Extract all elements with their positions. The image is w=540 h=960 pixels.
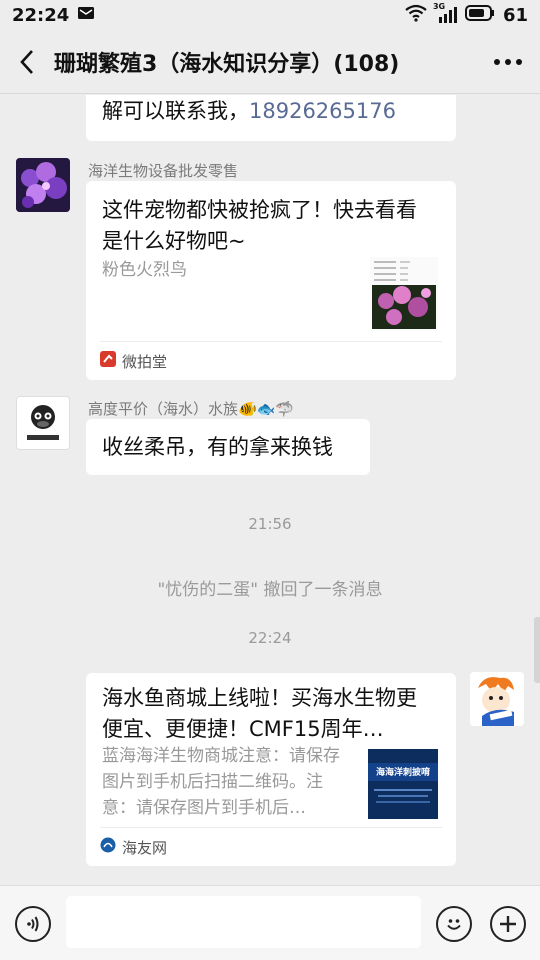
card-source-name: 微拍堂 bbox=[122, 352, 168, 371]
chat-title-bar: 珊瑚繁殖3（海水知识分享）(108) bbox=[0, 30, 540, 94]
card-title: 这件宠物都快被抢疯了！快去看看是什么好物吧~ bbox=[102, 198, 417, 253]
scrollbar[interactable] bbox=[534, 617, 540, 683]
avatar-sender-1[interactable] bbox=[16, 158, 70, 212]
chat-message-list[interactable]: 解可以联系我，18926265176 海洋生物设备批发零售 这件宠物都快被抢疯了… bbox=[0, 95, 540, 885]
card-description: 蓝海海洋生物商城注意：请保存图片到手机后扫描二维码。注意：请保存图片到手机后… bbox=[102, 746, 340, 818]
card-source: 海友网 bbox=[100, 827, 442, 866]
back-button[interactable] bbox=[0, 30, 54, 94]
avatar-sender-2[interactable] bbox=[16, 396, 70, 450]
emoji-button[interactable] bbox=[436, 906, 472, 942]
voice-icon bbox=[27, 916, 39, 932]
sender-name: 高度平价（海水）水族🐠🐟🦈 bbox=[88, 400, 295, 418]
message-bubble-partial[interactable]: 解可以联系我，18926265176 bbox=[86, 95, 456, 141]
timestamp: 22:24 bbox=[248, 629, 292, 647]
message-text: 解可以联系我， bbox=[102, 99, 249, 123]
haiyouwang-logo-icon bbox=[100, 837, 116, 857]
message-bubble-text[interactable]: 收丝柔吊，有的拿来换钱 bbox=[86, 419, 370, 475]
card-thumbnail: 海海洋刺披唷 bbox=[368, 749, 438, 819]
message-notification-icon bbox=[77, 5, 95, 26]
thumbnail-text: 海海洋刺披唷 bbox=[375, 768, 430, 778]
sender-name: 海洋生物设备批发零售 bbox=[88, 162, 239, 180]
more-functions-button[interactable] bbox=[490, 906, 526, 942]
card-source-name: 海友网 bbox=[122, 838, 168, 857]
cellular-signal-icon: 3G bbox=[433, 2, 457, 24]
more-options-button[interactable] bbox=[476, 30, 540, 94]
status-time: 22:24 bbox=[12, 4, 70, 26]
status-bar: 22:24 3G 61 bbox=[0, 0, 540, 30]
timestamp: 21:56 bbox=[248, 515, 292, 533]
message-input[interactable] bbox=[66, 896, 421, 948]
link-card-weipaitang[interactable]: 这件宠物都快被抢疯了！快去看看是什么好物吧~ 粉色火烈鸟 微拍堂 bbox=[86, 181, 456, 380]
message-input-bar bbox=[0, 885, 540, 960]
recall-notice: "忧伤的二蛋" 撤回了一条消息 bbox=[157, 580, 383, 600]
page-title: 珊瑚繁殖3（海水知识分享）(108) bbox=[54, 51, 400, 77]
chevron-left-icon bbox=[20, 49, 33, 74]
wifi-icon bbox=[405, 4, 427, 27]
battery-icon bbox=[464, 4, 495, 27]
card-description: 粉色火烈鸟 bbox=[102, 260, 187, 280]
card-thumbnail bbox=[370, 257, 438, 331]
more-dots-icon bbox=[494, 58, 522, 65]
card-source: 微拍堂 bbox=[100, 341, 442, 380]
weipaitang-logo-icon bbox=[100, 351, 116, 371]
message-text: 收丝柔吊，有的拿来换钱 bbox=[102, 435, 333, 459]
phone-link[interactable]: 18926265176 bbox=[249, 99, 396, 123]
battery-level: 61 bbox=[502, 4, 528, 26]
plus-icon bbox=[500, 916, 516, 932]
emoji-icon bbox=[447, 919, 461, 930]
network-type: 3G bbox=[432, 2, 446, 11]
avatar-self[interactable] bbox=[470, 672, 524, 726]
link-card-haiyouwang[interactable]: 海水鱼商城上线啦！买海水生物更便宜、更便捷！CMF15周年… 蓝海海洋生物商城注… bbox=[86, 673, 456, 866]
voice-input-button[interactable] bbox=[15, 906, 51, 942]
card-title: 海水鱼商城上线啦！买海水生物更便宜、更便捷！CMF15周年… bbox=[102, 686, 417, 741]
